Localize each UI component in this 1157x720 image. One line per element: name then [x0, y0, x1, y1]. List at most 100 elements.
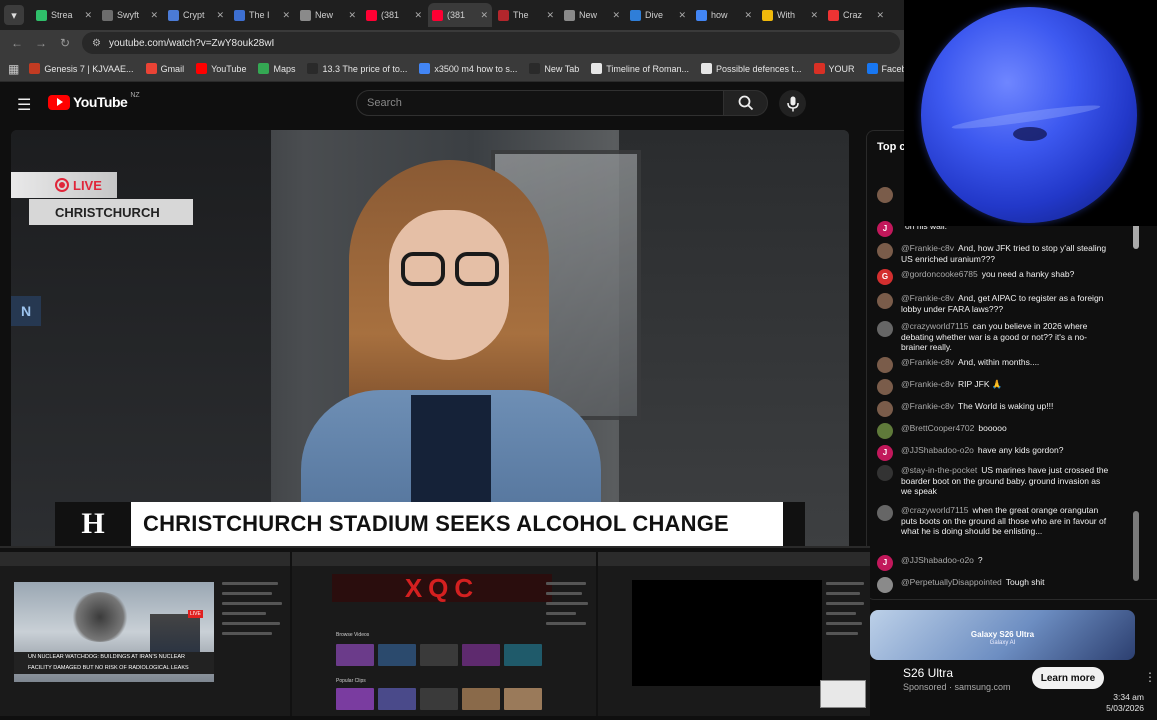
bookmark-item[interactable]: 13.3 The price of to...: [307, 63, 407, 74]
browser-tab[interactable]: (381 ✕: [428, 3, 492, 27]
more-options-icon[interactable]: ⋮: [1144, 670, 1156, 684]
browser-tab[interactable]: New ✕: [560, 3, 624, 27]
tab-close-icon[interactable]: ✕: [84, 10, 92, 21]
chat-author[interactable]: @JJShabadoo-o2o: [901, 445, 974, 455]
chat-message[interactable]: @Frankie-c8v The World is waking up!!!: [877, 401, 1111, 417]
chat-author[interactable]: @Frankie-c8v: [901, 379, 954, 389]
chat-message[interactable]: @PerpetuallyDisappointed Tough shit: [877, 577, 1111, 593]
chat-message[interactable]: J @JJShabadoo-o2o?: [877, 555, 1111, 571]
bookmark-item[interactable]: Timeline of Roman...: [591, 63, 689, 74]
bookmark-item[interactable]: Possible defences t...: [700, 63, 802, 74]
chat-scrollbar[interactable]: [1133, 221, 1139, 593]
browser-tab[interactable]: Swyft ✕: [98, 3, 162, 27]
chat-avatar[interactable]: [877, 505, 893, 521]
tab-close-icon[interactable]: ✕: [678, 10, 686, 21]
video-player[interactable]: LIVE CHRISTCHURCH N H CHRISTCHURCH STADI…: [11, 130, 849, 546]
tab-close-icon[interactable]: ✕: [216, 10, 224, 21]
chat-avatar[interactable]: J: [877, 445, 893, 461]
chat-message[interactable]: J @JJShabadoo-o2o have any kids gordon?: [877, 445, 1111, 461]
chat-avatar[interactable]: [877, 293, 893, 309]
browser-tab[interactable]: Strea ✕: [32, 3, 96, 27]
site-info-icon[interactable]: ⚙: [92, 38, 101, 49]
address-bar[interactable]: ⚙ youtube.com/watch?v=ZwY8ouk28wI: [82, 32, 900, 54]
search-input[interactable]: Search: [356, 90, 724, 116]
chat-author[interactable]: @crazyworld7115: [901, 505, 969, 515]
chat-author[interactable]: @Frankie-c8v: [901, 401, 954, 411]
reload-icon[interactable]: ↻: [58, 36, 72, 50]
tab-close-icon[interactable]: ✕: [150, 10, 158, 21]
chat-author[interactable]: @gordoncooke6785: [901, 269, 978, 279]
chat-message[interactable]: @crazyworld7115 when the great orange ora…: [877, 505, 1111, 537]
chat-avatar[interactable]: [877, 401, 893, 417]
bookmark-item[interactable]: YouTube: [196, 63, 246, 74]
browser-tab[interactable]: New ✕: [296, 3, 360, 27]
chat-avatar[interactable]: [877, 243, 893, 259]
chat-avatar[interactable]: [877, 321, 893, 337]
chat-message[interactable]: @stay-in-the-pocket US marines have just …: [877, 465, 1111, 497]
chat-message[interactable]: @BrettCooper4702 booooo: [877, 423, 1111, 439]
chat-author[interactable]: @Frankie-c8v: [901, 293, 954, 303]
bookmark-item[interactable]: Maps: [258, 63, 295, 74]
tab-close-icon[interactable]: ✕: [810, 10, 818, 21]
forward-arrow-icon[interactable]: →: [34, 36, 48, 50]
tab-close-icon[interactable]: ✕: [876, 10, 884, 21]
tab-search-button[interactable]: ▾: [4, 5, 24, 25]
browser-tab[interactable]: The ✕: [494, 3, 558, 27]
tab-close-icon[interactable]: ✕: [612, 10, 620, 21]
chat-message[interactable]: @Frankie-c8v And, how JFK tried to stop y…: [877, 243, 1111, 264]
browser-tab[interactable]: Dive ✕: [626, 3, 690, 27]
ad-title[interactable]: S26 Ultra: [903, 666, 953, 680]
browser-tab[interactable]: how ✕: [692, 3, 756, 27]
tab-close-icon[interactable]: ✕: [414, 10, 422, 21]
chat-avatar[interactable]: G: [877, 269, 893, 285]
youtube-logo[interactable]: YouTube NZ: [48, 92, 140, 110]
chat-author[interactable]: @Frankie-c8v: [901, 357, 954, 367]
bookmark-item[interactable]: Gmail: [145, 63, 184, 74]
browser-tab[interactable]: The I ✕: [230, 3, 294, 27]
browser-tab[interactable]: (381 ✕: [362, 3, 426, 27]
bookmark-item[interactable]: Facebook green: [866, 63, 904, 74]
chat-author[interactable]: @crazyworld7115: [901, 321, 969, 331]
chat-message[interactable]: @crazyworld7115 can you believe in 2026 w…: [877, 321, 1111, 353]
ad-learn-more-button[interactable]: Learn more: [1032, 667, 1104, 689]
bookmark-item[interactable]: New Tab: [529, 63, 579, 74]
sponsored-ad[interactable]: Galaxy S26 Ultra Galaxy AI S26 Ultra Spo…: [866, 606, 1157, 692]
chat-mode-selector[interactable]: Top c: [877, 141, 906, 153]
browser-tab[interactable]: Craz ✕: [824, 3, 888, 27]
chat-message[interactable]: @Frankie-c8v And, within months....: [877, 357, 1111, 373]
chat-author[interactable]: @BrettCooper4702: [901, 423, 974, 433]
chat-avatar[interactable]: [877, 379, 893, 395]
chat-author[interactable]: @PerpetuallyDisappointed: [901, 577, 1002, 587]
thumbnail-stream-window[interactable]: [598, 552, 870, 716]
chat-scroll-thumb-secondary[interactable]: [1133, 511, 1139, 581]
search-button[interactable]: [723, 90, 768, 116]
chat-message[interactable]: @Frankie-c8v And, get AIPAC to register a…: [877, 293, 1111, 314]
tab-close-icon[interactable]: ✕: [348, 10, 356, 21]
chat-message[interactable]: G @gordoncooke6785 you need a hanky shab?: [877, 269, 1111, 285]
bookmark-item[interactable]: Genesis 7 | KJVAAE...: [29, 63, 134, 74]
thumbnail-twitch-window[interactable]: XQC Browse Videos Popular Clips: [292, 552, 596, 716]
chat-avatar[interactable]: J: [877, 555, 893, 571]
chat-avatar[interactable]: [877, 423, 893, 439]
chat-avatar[interactable]: [877, 577, 893, 593]
apps-grid-icon[interactable]: ▦: [8, 62, 19, 76]
back-arrow-icon[interactable]: ←: [10, 36, 24, 50]
chat-avatar[interactable]: J: [877, 221, 893, 237]
system-clock[interactable]: 3:34 am 5/03/2026: [1092, 692, 1157, 720]
tab-close-icon[interactable]: ✕: [546, 10, 554, 21]
chat-avatar[interactable]: [877, 357, 893, 373]
menu-icon[interactable]: ☰: [17, 95, 31, 115]
browser-tab[interactable]: With ✕: [758, 3, 822, 27]
chat-author[interactable]: @Frankie-c8v: [901, 243, 954, 253]
chat-avatar[interactable]: [877, 465, 893, 481]
thumbnail-news-window[interactable]: LIVE UN NUCLEAR WATCHDOG: BUILDINGS AT I…: [0, 552, 290, 716]
tab-close-icon[interactable]: ✕: [744, 10, 752, 21]
browser-tab[interactable]: Crypt ✕: [164, 3, 228, 27]
chat-avatar[interactable]: [877, 187, 893, 203]
chat-author[interactable]: @JJShabadoo-o2o: [901, 555, 974, 565]
tab-close-icon[interactable]: ✕: [282, 10, 290, 21]
bookmark-item[interactable]: YOUR: [813, 63, 855, 74]
tab-close-icon[interactable]: ✕: [480, 10, 488, 21]
voice-search-button[interactable]: [779, 90, 806, 117]
ad-image[interactable]: Galaxy S26 Ultra Galaxy AI: [870, 610, 1135, 660]
